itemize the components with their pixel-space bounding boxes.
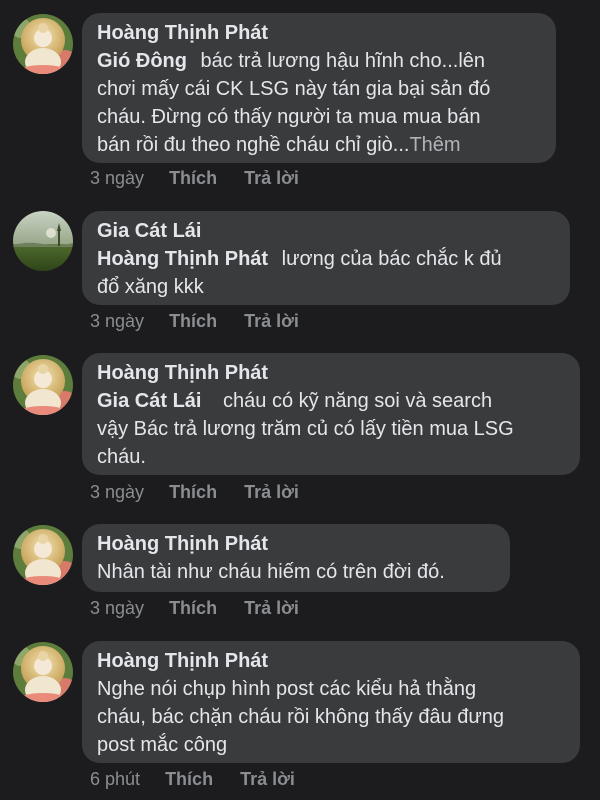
reply-button[interactable]: Trả lời: [244, 596, 299, 620]
comment-timestamp[interactable]: 3 ngày: [90, 480, 144, 504]
comment-bubble: Hoàng Thịnh Phát Gió Đông bác trả lương …: [82, 13, 556, 163]
comment-timestamp[interactable]: 6 phút: [90, 767, 140, 791]
reply-button[interactable]: Trả lời: [244, 309, 299, 333]
comment-text-line: cháu. Đừng có thấy người ta mua mua bán: [97, 106, 481, 128]
reply-button[interactable]: Trả lời: [244, 480, 299, 504]
comment-text-line: vậy Bác trả lương trăm củ có lấy tiền mu…: [97, 418, 514, 440]
comment-bubble: Hoàng Thịnh Phát Nghe nói chụp hình post…: [82, 641, 580, 763]
comment-text-line: cháu, bác chặn cháu rồi không thấy đâu đ…: [97, 706, 505, 728]
buddha-avatar-icon: [13, 525, 73, 585]
comment-author[interactable]: Hoàng Thịnh Phát: [97, 647, 564, 675]
like-button[interactable]: Thích: [169, 480, 217, 504]
avatar[interactable]: [13, 642, 73, 702]
buddha-avatar-icon: [13, 642, 73, 702]
comment-bubble: Hoàng Thịnh Phát Gia Cát Lái cháu có kỹ …: [82, 353, 580, 475]
buddha-avatar-icon: [13, 14, 73, 74]
comment-text-line: cháu.: [97, 446, 146, 468]
avatar[interactable]: [13, 211, 73, 271]
comment-actions: 3 ngày Thích Trả lời: [90, 596, 299, 620]
mention-link[interactable]: Gió Đông: [97, 50, 187, 72]
avatar[interactable]: [13, 14, 73, 74]
avatar[interactable]: [13, 355, 73, 415]
comment-bubble: Gia Cát Lái Hoàng Thịnh Phát lương của b…: [82, 211, 570, 305]
comment-timestamp[interactable]: 3 ngày: [90, 596, 144, 620]
comment-text-line: Hoàng Thịnh Phát lương của bác chắc k đủ: [97, 248, 502, 270]
comment-text-line: bán rồi đu theo nghề cháu chỉ giò...Thêm: [97, 134, 461, 156]
comment-actions: 3 ngày Thích Trả lời: [90, 309, 299, 333]
comment-text-line: chơi mấy cái CK LSG này tán gia bại sản …: [97, 78, 491, 100]
like-button[interactable]: Thích: [169, 309, 217, 333]
like-button[interactable]: Thích: [169, 166, 217, 190]
landscape-avatar-icon: [13, 211, 73, 271]
comment-text-line: Gió Đông bác trả lương hậu hĩnh cho...lê…: [97, 50, 486, 72]
like-button[interactable]: Thích: [165, 767, 213, 791]
comment-actions: 3 ngày Thích Trả lời: [90, 166, 299, 190]
comment-text-line: Nghe nói chụp hình post các kiểu hả thằn…: [97, 678, 477, 700]
buddha-avatar-icon: [13, 355, 73, 415]
like-button[interactable]: Thích: [169, 596, 217, 620]
comment-bubble: Hoàng Thịnh Phát Nhân tài như cháu hiếm …: [82, 524, 510, 592]
comment-text-line: Nhân tài như cháu hiếm có trên đời đó.: [97, 561, 445, 583]
comment-author[interactable]: Hoàng Thịnh Phát: [97, 359, 564, 387]
comment-author[interactable]: Hoàng Thịnh Phát: [97, 19, 540, 47]
mention-link[interactable]: Hoàng Thịnh Phát: [97, 248, 268, 270]
comment-actions: 6 phút Thích Trả lời: [90, 767, 295, 791]
reply-button[interactable]: Trả lời: [244, 166, 299, 190]
comment-actions: 3 ngày Thích Trả lời: [90, 480, 299, 504]
reply-button[interactable]: Trả lời: [240, 767, 295, 791]
comment-text-line: post mắc công: [97, 734, 228, 756]
comment-author[interactable]: Gia Cát Lái: [97, 217, 554, 245]
comment-text-line: Gia Cát Lái cháu có kỹ năng soi và searc…: [97, 390, 493, 412]
comment-timestamp[interactable]: 3 ngày: [90, 309, 144, 333]
comment-timestamp[interactable]: 3 ngày: [90, 166, 144, 190]
comment-text-line: đổ xăng kkk: [97, 276, 204, 298]
mention-link[interactable]: Gia Cát Lái: [97, 390, 201, 412]
avatar[interactable]: [13, 525, 73, 585]
comment-author[interactable]: Hoàng Thịnh Phát: [97, 530, 494, 558]
see-more-link[interactable]: Thêm: [409, 134, 460, 156]
